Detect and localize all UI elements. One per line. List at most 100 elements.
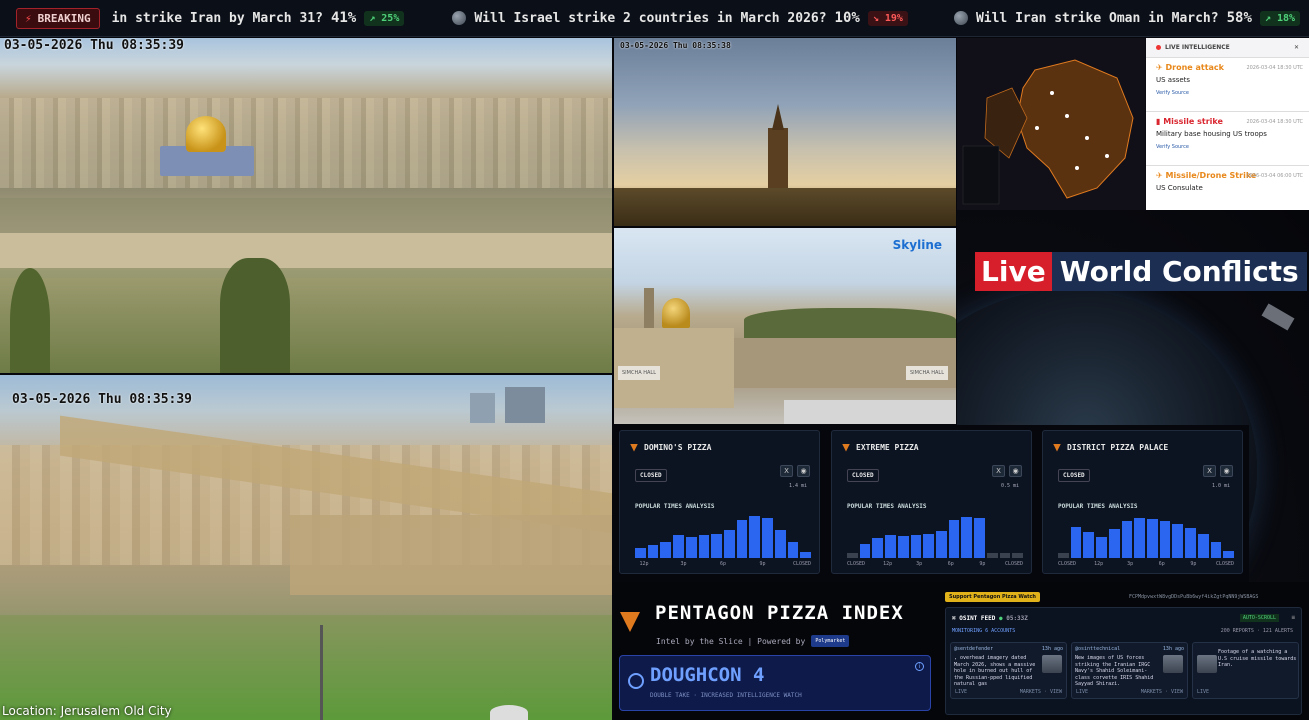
live-intelligence-panel: LIVE INTELLIGENCE ✕ ✈ Drone attack 2026-0… <box>957 38 1309 210</box>
popular-times-bar <box>847 553 858 558</box>
status-badge: CLOSED <box>847 469 879 482</box>
post-thumbnail[interactable] <box>1042 655 1062 673</box>
popular-times-bar <box>736 520 748 558</box>
status-badge: CLOSED <box>635 469 667 482</box>
post-text: , overhead imagery dated March 2026, sho… <box>954 655 1036 687</box>
ticker-question: in strike Iran by March 31? <box>111 10 323 26</box>
popular-times-bar <box>1172 524 1184 558</box>
menu-icon[interactable]: ≡ <box>1291 614 1295 621</box>
chart-tick-label: 6p <box>947 561 954 567</box>
chart-tick-label: 3p <box>680 561 687 567</box>
popular-times-label: POPULAR TIMES ANALYSIS <box>1058 503 1138 510</box>
pizza-store-card[interactable]: DISTRICT PIZZA PALACE CLOSED X ◉ 1.0 mi … <box>1042 430 1243 574</box>
conflict-map[interactable] <box>957 38 1145 210</box>
popular-times-chart <box>846 511 1024 558</box>
camera-timestamp: 03-05-2026 Thu 08:35:39 <box>4 38 185 53</box>
view-link[interactable]: VIEW <box>1171 689 1183 695</box>
ticker-item[interactable]: in strike Iran by March 31? 41% ↗ 25% <box>112 10 405 26</box>
plane-icon: ✈ <box>1156 63 1166 72</box>
ticker-item[interactable]: Will Israel strike 2 countries in March … <box>452 10 908 26</box>
dome-of-the-rock <box>186 116 226 152</box>
eye-icon[interactable]: ◉ <box>1220 465 1233 477</box>
popular-times-bar <box>1096 536 1107 558</box>
popular-times-bar <box>1058 553 1069 558</box>
skyline-logo: Skyline <box>892 238 942 252</box>
popular-times-bar <box>711 533 722 558</box>
popular-times-bar <box>1108 528 1120 558</box>
post-thumbnail[interactable] <box>1197 655 1217 673</box>
markets-link[interactable]: MARKETS <box>1141 689 1162 695</box>
x-icon[interactable]: X <box>780 465 793 477</box>
x-icon[interactable]: X <box>1203 465 1216 477</box>
chart-ticks: CLOSED 12p 3p 6p 9p CLOSED <box>1057 561 1235 569</box>
live-dot-icon <box>1156 45 1161 50</box>
popular-times-bar <box>1210 542 1222 558</box>
popular-times-bar <box>1185 527 1196 558</box>
pizza-store-card[interactable]: DOMINO'S PIZZA CLOSED X ◉ 1.4 mi POPULAR… <box>619 430 820 574</box>
popular-times-chart <box>1057 511 1235 558</box>
popular-times-bar <box>1134 517 1145 558</box>
camera-feed-western-wall[interactable]: Skyline SIMCHA HALL SIMCHA HALL <box>614 228 956 424</box>
verify-source-link[interactable]: Verify Source <box>1156 90 1299 96</box>
camera-feed-old-city[interactable]: 03-05-2026 Thu 08:35:39 <box>0 375 612 720</box>
view-link[interactable]: VIEW <box>1050 689 1062 695</box>
popular-times-bar <box>1083 532 1095 558</box>
verify-source-link[interactable]: Verify Source <box>1156 144 1299 150</box>
intel-card-subject: Military base housing US troops <box>1156 130 1267 138</box>
popular-times-bar <box>974 517 985 558</box>
chart-tick-label: 3p <box>916 561 923 567</box>
chart-tick-label: 9p <box>1190 561 1197 567</box>
ppi-subtitle: Intel by the Slice | Powered by Polymark… <box>656 635 850 647</box>
post-thumbnail[interactable] <box>1163 655 1183 673</box>
ticker-change-down: ↘ 19% <box>867 10 908 26</box>
auto-scroll-toggle[interactable]: AUTO-SCROLL <box>1239 614 1279 622</box>
popular-times-bar <box>647 545 659 558</box>
breaking-label: BREAKING <box>37 11 91 25</box>
radar-icon <box>628 673 644 689</box>
camera-feed-bell-tower[interactable]: 03-05-2026 Thu 08:35:38 <box>614 38 956 226</box>
popular-times-chart <box>634 511 812 558</box>
close-icon[interactable]: ✕ <box>1294 44 1299 51</box>
post-text: New images of US forces striking the Ira… <box>1075 655 1154 687</box>
popular-times-bar <box>787 541 799 558</box>
pizza-store-card[interactable]: EXTREME PIZZA CLOSED X ◉ 0.5 mi POPULAR … <box>831 430 1032 574</box>
popular-times-bar <box>749 515 761 558</box>
camera-feed-temple-mount[interactable]: 03-05-2026 Thu 08:35:39 <box>0 38 612 373</box>
chart-ticks: CLOSED 12p 3p 6p 9p CLOSED <box>846 561 1024 569</box>
ticker-percent: 58% <box>1226 10 1252 26</box>
ticker-item[interactable]: Will Iran strike Oman in March? 58% ↗ 18… <box>953 10 1300 26</box>
osint-title: ⌘ OSINT FEED ● 05:33Z <box>952 615 1028 622</box>
pizza-icon <box>1053 443 1061 452</box>
doughcon-status[interactable]: DOUGHCON 4 DOUBLE TAKE · INCREASED INTEL… <box>619 655 931 711</box>
chart-tick-label: CLOSED <box>846 561 866 567</box>
pizza-icon <box>630 443 638 452</box>
pentagon-pizza-index: PENTAGON PIZZA INDEX Intel by the Slice … <box>614 582 942 720</box>
x-icon[interactable]: X <box>992 465 1005 477</box>
eye-icon[interactable]: ◉ <box>1009 465 1022 477</box>
intel-card[interactable]: ✈ Missile/Drone Strike 2026-03-04 06:00 … <box>1146 165 1309 210</box>
popular-times-bar <box>800 552 811 558</box>
osint-post[interactable]: Footage of a watching a U.S cruise missi… <box>1192 642 1299 699</box>
wallet-address[interactable]: FCPMdpvwxtW8vgDDsPuBb6wyf4ikZgtPqNN9jWSB… <box>1129 594 1258 600</box>
post-text: Footage of a watching a U.S cruise missi… <box>1218 649 1297 668</box>
markets-link[interactable]: MARKETS <box>1020 689 1041 695</box>
popular-times-label: POPULAR TIMES ANALYSIS <box>635 503 715 510</box>
info-icon[interactable]: i <box>915 662 924 671</box>
intel-card[interactable]: ✈ Drone attack 2026-03-04 18:30 UTC US a… <box>1146 57 1309 111</box>
popular-times-bar <box>1223 551 1234 558</box>
osint-post[interactable]: @sentdefender 13h ago , overhead imagery … <box>950 642 1067 699</box>
intel-card-subject: US Consulate <box>1156 184 1203 192</box>
camera-timestamp: 03-05-2026 Thu 08:35:39 <box>12 392 193 407</box>
popular-times-bar <box>872 538 884 558</box>
intel-card[interactable]: ▮ Missile strike 2026-03-04 18:30 UTC Mi… <box>1146 111 1309 165</box>
eye-icon[interactable]: ◉ <box>797 465 810 477</box>
support-button[interactable]: Support Pentagon Pizza Watch <box>945 592 1040 602</box>
intel-list: LIVE INTELLIGENCE ✕ ✈ Drone attack 2026-0… <box>1146 38 1309 210</box>
ticker-question: Will Israel strike 2 countries in March … <box>474 10 827 26</box>
ticker-percent: 41% <box>330 10 357 26</box>
simcha-hall-sign: SIMCHA HALL <box>618 366 660 380</box>
intel-card-subject: US assets <box>1156 76 1191 84</box>
osint-post[interactable]: @osinttechnical 13h ago New images of US … <box>1071 642 1188 699</box>
popular-times-bar <box>1197 533 1209 558</box>
polymarket-badge[interactable]: Polymarket <box>811 635 850 647</box>
